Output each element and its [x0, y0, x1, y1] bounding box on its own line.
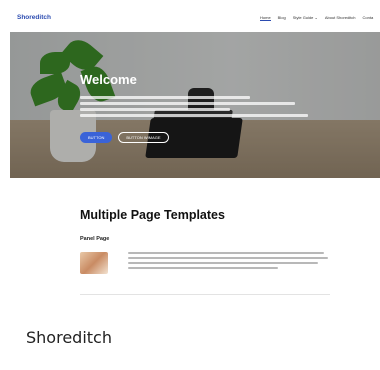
- theme-card[interactable]: Shoreditch Home Blog Style Guide ⌄ About…: [0, 0, 380, 370]
- theme-thumbnail[interactable]: Shoreditch Home Blog Style Guide ⌄ About…: [10, 8, 380, 300]
- content-divider: [80, 294, 330, 295]
- content-section: Multiple Page Templates Panel Page: [10, 178, 380, 300]
- theme-name[interactable]: Shoreditch: [26, 328, 112, 347]
- site-logo: Shoreditch: [17, 14, 51, 21]
- text-line: [80, 102, 295, 105]
- text-line: [128, 267, 278, 269]
- site-nav: Home Blog Style Guide ⌄ About Shoreditch…: [260, 15, 373, 21]
- panel-image: [80, 252, 108, 274]
- hero-description: [80, 96, 310, 120]
- panel-heading: Panel Page: [80, 236, 110, 242]
- text-line: [80, 96, 250, 99]
- site-header: Shoreditch Home Blog Style Guide ⌄ About…: [10, 8, 380, 32]
- panel-text: [128, 252, 328, 272]
- text-line: [80, 114, 308, 117]
- text-line: [80, 108, 230, 111]
- text-line: [128, 257, 328, 259]
- nav-item-contact: Conta: [362, 15, 374, 20]
- hero-section: Welcome BUTTON BUTTON WIMAGE: [10, 32, 380, 178]
- hero-secondary-button: BUTTON WIMAGE: [118, 132, 169, 143]
- text-line: [128, 252, 324, 254]
- nav-item-style-guide: Style Guide ⌄: [292, 15, 318, 20]
- text-line: [128, 262, 318, 264]
- nav-item-about: About Shoreditch: [324, 15, 356, 20]
- nav-item-home: Home: [260, 15, 271, 21]
- nav-item-blog: Blog: [277, 15, 286, 20]
- content-title: Multiple Page Templates: [80, 208, 225, 222]
- hero-primary-button: BUTTON: [80, 132, 113, 143]
- hero-title: Welcome: [80, 72, 137, 87]
- hero-buttons: BUTTON BUTTON WIMAGE: [80, 132, 169, 143]
